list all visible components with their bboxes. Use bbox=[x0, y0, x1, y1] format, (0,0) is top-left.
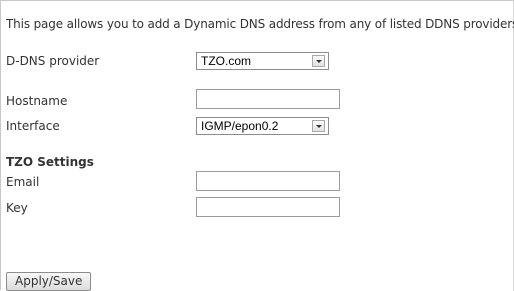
ddns-provider-select[interactable]: TZO.com bbox=[196, 52, 329, 70]
ddns-provider-label: D-DNS provider bbox=[6, 54, 100, 68]
email-label: Email bbox=[6, 175, 40, 189]
interface-label: Interface bbox=[6, 119, 60, 133]
ddns-provider-value: TZO.com bbox=[201, 54, 251, 68]
key-label: Key bbox=[6, 201, 28, 215]
hostname-label: Hostname bbox=[6, 94, 68, 108]
apply-save-button[interactable]: Apply/Save bbox=[6, 272, 92, 291]
tzo-settings-title: TZO Settings bbox=[6, 155, 94, 169]
intro-text: This page allows you to add a Dynamic DN… bbox=[6, 17, 514, 31]
content-frame bbox=[0, 0, 513, 290]
chevron-down-icon[interactable] bbox=[312, 55, 325, 67]
hostname-input[interactable] bbox=[196, 89, 340, 109]
email-input[interactable] bbox=[196, 171, 340, 191]
key-input[interactable] bbox=[196, 197, 340, 217]
interface-value: IGMP/epon0.2 bbox=[201, 119, 279, 133]
interface-select[interactable]: IGMP/epon0.2 bbox=[196, 117, 329, 135]
chevron-down-icon[interactable] bbox=[312, 120, 325, 132]
